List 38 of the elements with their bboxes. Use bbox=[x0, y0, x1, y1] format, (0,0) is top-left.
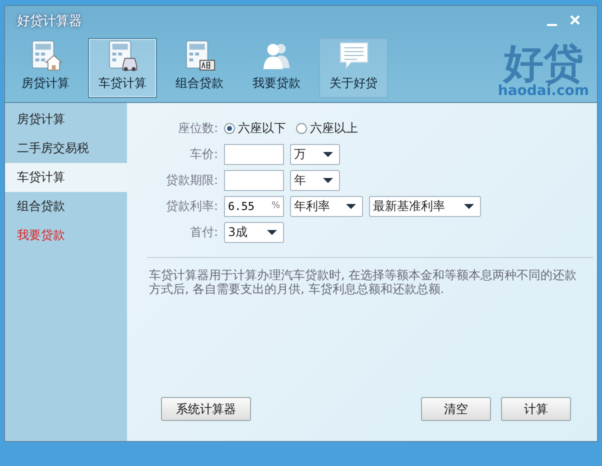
caret-icon bbox=[267, 230, 277, 234]
dropdown[interactable]: 3成 bbox=[224, 222, 284, 242]
close-icon bbox=[569, 14, 581, 26]
text-field[interactable] bbox=[224, 144, 284, 164]
caret-icon bbox=[323, 152, 333, 156]
toolbar-button[interactable]: 我要贷款 bbox=[242, 38, 311, 98]
dropdown[interactable]: 最新基准利率 bbox=[369, 196, 481, 216]
logo-domain: haodai.com bbox=[498, 84, 589, 98]
dropdown[interactable]: 万 bbox=[290, 144, 340, 164]
field-label: 贷款期限: bbox=[164, 172, 218, 188]
dropdown[interactable]: 年 bbox=[290, 170, 340, 190]
window-title: 好贷计算器 bbox=[17, 13, 83, 30]
toolbar-button[interactable]: 房贷计算 bbox=[11, 38, 80, 98]
radio-option[interactable]: 六座以上 bbox=[296, 120, 362, 136]
description-text: 车贷计算器用于计算办理汽车贷款时, 在选择等额本金和等额本息两种不同的还款方式后, 各自需要支出的月供, 车贷利息总额和还款总额. bbox=[149, 268, 578, 296]
minimize-icon bbox=[547, 24, 557, 26]
sidebar-item[interactable]: 组合贷款 bbox=[5, 192, 127, 221]
caret-icon bbox=[323, 178, 333, 182]
toolbar-button[interactable]: 关于好贷 bbox=[319, 38, 388, 98]
caret-icon bbox=[464, 204, 474, 208]
action-button[interactable]: 清空 bbox=[421, 397, 491, 421]
percent-sign: % bbox=[271, 200, 280, 210]
action-button[interactable]: 计算 bbox=[501, 397, 571, 421]
field-label: 座位数: bbox=[176, 120, 218, 136]
logo-text: 好贷 bbox=[503, 44, 584, 84]
system-calculator-button[interactable]: 系统计算器 bbox=[161, 397, 251, 421]
field-label: 车价: bbox=[188, 146, 218, 162]
text-field[interactable] bbox=[224, 170, 284, 190]
dropdown[interactable]: 年利率 bbox=[290, 196, 363, 216]
toolbar-button[interactable]: 车贷计算 bbox=[88, 38, 157, 98]
sidebar-item[interactable]: 二手房交易税 bbox=[5, 134, 127, 163]
field-label: 首付: bbox=[188, 224, 218, 240]
field-label: 贷款利率: bbox=[164, 198, 218, 214]
caret-icon bbox=[346, 204, 356, 208]
sidebar-item[interactable]: 车贷计算 bbox=[5, 163, 127, 192]
sidebar-item[interactable]: 房贷计算 bbox=[5, 105, 127, 134]
radio-option[interactable]: 六座以下 bbox=[224, 120, 290, 136]
toolbar-button[interactable]: 组合贷款 bbox=[165, 38, 234, 98]
